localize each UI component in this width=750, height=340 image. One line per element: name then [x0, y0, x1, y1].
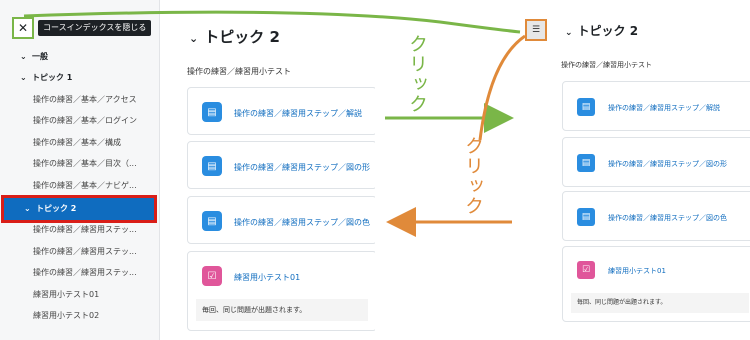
chevron-down-icon: ⌄ — [20, 52, 27, 61]
sidebar-section-topic2[interactable]: ⌄ トピック 2 — [1, 195, 157, 223]
click-annotation-orange: クリック — [462, 136, 484, 216]
activity-link[interactable]: 操作の練習／練習用ステップ／図の形 — [608, 159, 727, 169]
activity-link[interactable]: 練習用小テスト01 — [234, 272, 300, 283]
activity-card: ▤ 操作の練習／練習用ステップ／図の形 — [187, 141, 375, 189]
activity-link[interactable]: 操作の練習／練習用ステップ／図の色 — [608, 213, 727, 223]
activity-link[interactable]: 練習用小テスト01 — [608, 266, 666, 276]
activity-link[interactable]: 操作の練習／練習用ステップ／図の形 — [234, 162, 370, 173]
activity-card: ▤ 操作の練習／練習用ステップ／解説 — [187, 87, 375, 135]
sidebar-item[interactable]: 操作の練習／基本／アクセス — [0, 89, 158, 111]
activity-link[interactable]: 操作の練習／練習用ステップ／解説 — [608, 103, 720, 113]
close-tooltip: コースインデックスを隠じる — [38, 20, 152, 36]
chevron-down-icon: ⌄ — [565, 28, 573, 38]
sidebar-item[interactable]: 練習用小テスト02 — [0, 305, 158, 327]
list-icon: ☰ — [531, 25, 541, 35]
activity-card: ▤ 操作の練習／練習用ステップ／図の色 — [187, 196, 375, 244]
page-icon: ▤ — [202, 211, 222, 231]
sidebar-item[interactable]: 操作の練習／基本／目次（... — [0, 153, 158, 175]
quiz-icon: ☑ — [202, 266, 222, 286]
close-index-button[interactable]: ✕ — [12, 17, 34, 39]
orange-connector-curve — [478, 34, 526, 141]
activity-card: ▤ 操作の練習／練習用ステップ／図の形 — [562, 137, 750, 187]
sidebar-item[interactable]: 操作の練習／基本／ログイン — [0, 110, 158, 132]
course-content-panel-after: ⌄ トピック 2 操作の練習／練習用小テスト ▤ 操作の練習／練習用ステップ／解説… — [555, 0, 750, 340]
page-icon: ▤ — [202, 102, 222, 122]
sidebar-item[interactable]: 操作の練習／基本／ナビゲ... — [0, 175, 158, 197]
chevron-down-icon: ⌄ — [20, 73, 27, 82]
quiz-icon: ☑ — [577, 261, 595, 279]
page-icon: ▤ — [202, 156, 222, 176]
page-icon: ▤ — [577, 154, 595, 172]
click-annotation-green: クリック — [406, 34, 428, 114]
activity-description: 毎回、同じ問題が出題されます。 — [571, 293, 749, 313]
section-summary: 操作の練習／練習用小テスト — [187, 67, 291, 76]
activity-card: ☑ 練習用小テスト01 毎回、同じ問題が出題されます。 — [562, 246, 750, 322]
open-index-button[interactable]: ☰ — [525, 19, 547, 41]
activity-link[interactable]: 操作の練習／練習用ステップ／図の色 — [234, 217, 370, 228]
course-index-sidebar: ✕ コースインデックスを隠じる ⌄ 一般 ⌄ トピック 1 操作の練習／基本／アクセ… — [0, 0, 160, 340]
page-icon: ▤ — [577, 208, 595, 226]
course-content-panel: ⌄ トピック 2 操作の練習／練習用小テスト ▤ 操作の練習／練習用ステップ／解説… — [175, 0, 375, 340]
close-icon: ✕ — [17, 21, 29, 35]
sidebar-section-general[interactable]: ⌄ 一般 — [0, 46, 158, 68]
sidebar-item[interactable]: 操作の練習／練習用ステッ... — [0, 262, 158, 284]
chevron-down-icon: ⌄ — [189, 32, 199, 45]
sidebar-item[interactable]: 操作の練習／練習用ステッ... — [0, 219, 158, 241]
section-summary: 操作の練習／練習用小テスト — [561, 61, 652, 69]
sidebar-item[interactable]: 練習用小テスト01 — [0, 284, 158, 306]
section-title[interactable]: ⌄ トピック 2 — [565, 22, 638, 39]
sidebar-item[interactable]: 操作の練習／練習用ステッ... — [0, 241, 158, 263]
activity-card: ▤ 操作の練習／練習用ステップ／図の色 — [562, 191, 750, 241]
activity-card: ☑ 練習用小テスト01 毎回、同じ問題が出題されます。 — [187, 251, 375, 331]
sidebar-item[interactable]: 操作の練習／基本／構成 — [0, 132, 158, 154]
activity-description: 毎回、同じ問題が出題されます。 — [196, 299, 368, 321]
chevron-down-icon: ⌄ — [24, 204, 31, 213]
sidebar-section-topic1[interactable]: ⌄ トピック 1 — [0, 67, 158, 89]
activity-card: ▤ 操作の練習／練習用ステップ／解説 — [562, 81, 750, 131]
activity-link[interactable]: 操作の練習／練習用ステップ／解説 — [234, 108, 362, 119]
page-icon: ▤ — [577, 98, 595, 116]
section-title[interactable]: ⌄ トピック 2 — [189, 26, 280, 47]
